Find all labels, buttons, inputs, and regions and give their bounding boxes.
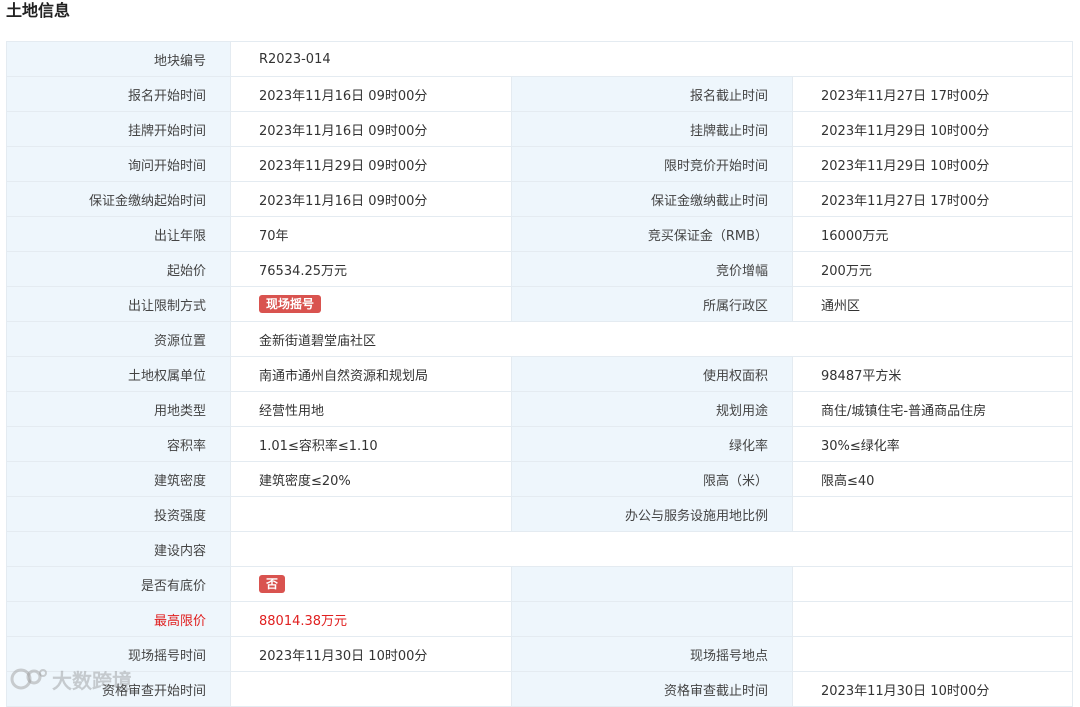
field-value: 建筑密度≤20% xyxy=(230,461,512,497)
field-value: 商住/城镇住宅-普通商品住房 xyxy=(791,391,1074,427)
field-value: 南通市通州自然资源和规划局 xyxy=(230,356,512,392)
table-row: 容积率 1.01≤容积率≤1.10 绿化率 30%≤绿化率 xyxy=(6,426,1074,462)
field-value: 现场摇号 xyxy=(230,286,512,322)
field-value xyxy=(791,566,1074,602)
field-value: 2023年11月29日 10时00分 xyxy=(791,111,1074,147)
table-row: 出让限制方式 现场摇号 所属行政区 通州区 xyxy=(6,286,1074,322)
field-label: 办公与服务设施用地比例 xyxy=(511,496,793,532)
table-row: 询问开始时间 2023年11月29日 09时00分 限时竞价开始时间 2023年11月… xyxy=(6,146,1074,182)
field-label xyxy=(511,601,793,637)
field-label: 绿化率 xyxy=(511,426,793,462)
field-value xyxy=(229,531,1074,567)
table-row: 保证金缴纳起始时间 2023年11月16日 09时00分 保证金缴纳截止时间 2023… xyxy=(6,181,1074,217)
field-value: 通州区 xyxy=(791,286,1074,322)
table-row: 建筑密度 建筑密度≤20% 限高（米） 限高≤40 xyxy=(6,461,1074,497)
table-row: 最高限价 88014.38万元 xyxy=(6,601,1074,637)
table-row: 现场摇号时间 2023年11月30日 10时00分 现场摇号地点 xyxy=(6,636,1074,672)
field-label: 现场摇号地点 xyxy=(511,636,793,672)
field-label: 竞买保证金（RMB） xyxy=(511,216,793,252)
field-value xyxy=(791,496,1074,532)
status-badge: 否 xyxy=(259,575,286,593)
table-row: 资格审查开始时间 资格审查截止时间 2023年11月30日 10时00分 xyxy=(6,671,1074,707)
field-label: 用地类型 xyxy=(6,391,231,427)
field-value: 2023年11月16日 09时00分 xyxy=(230,76,512,112)
table-row: 出让年限 70年 竞买保证金（RMB） 16000万元 xyxy=(6,216,1074,252)
field-label: 现场摇号时间 xyxy=(6,636,231,672)
field-value: 16000万元 xyxy=(791,216,1074,252)
field-label: 挂牌截止时间 xyxy=(511,111,793,147)
field-label: 是否有底价 xyxy=(6,566,231,602)
field-label: 资源位置 xyxy=(6,321,231,357)
field-label: 限高（米） xyxy=(511,461,793,497)
field-label: 起始价 xyxy=(6,251,231,287)
field-value: 70年 xyxy=(230,216,512,252)
field-value: 金新街道碧堂庙社区 xyxy=(229,321,1074,357)
field-label: 资格审查截止时间 xyxy=(511,671,793,707)
field-label: 报名开始时间 xyxy=(6,76,231,112)
field-value xyxy=(791,601,1074,637)
field-label xyxy=(511,566,793,602)
field-value xyxy=(230,496,512,532)
table-row: 起始价 76534.25万元 竞价增幅 200万元 xyxy=(6,251,1074,287)
field-label: 询问开始时间 xyxy=(6,146,231,182)
table-row: 挂牌开始时间 2023年11月16日 09时00分 挂牌截止时间 2023年11月29… xyxy=(6,111,1074,147)
field-value: 2023年11月16日 09时00分 xyxy=(230,181,512,217)
field-value: 98487平方米 xyxy=(791,356,1074,392)
field-label: 规划用途 xyxy=(511,391,793,427)
page-title: 土地信息 xyxy=(6,1,71,20)
field-value: 限高≤40 xyxy=(791,461,1074,497)
field-label: 报名截止时间 xyxy=(511,76,793,112)
field-value: 1.01≤容积率≤1.10 xyxy=(230,426,512,462)
field-label: 资格审查开始时间 xyxy=(6,671,231,707)
field-value: 2023年11月29日 10时00分 xyxy=(791,146,1074,182)
field-value: 2023年11月16日 09时00分 xyxy=(230,111,512,147)
field-value: 2023年11月30日 10时00分 xyxy=(230,636,512,672)
table-row: 是否有底价 否 xyxy=(6,566,1074,602)
table-row: 报名开始时间 2023年11月16日 09时00分 报名截止时间 2023年11月27… xyxy=(6,76,1074,112)
field-label: 建设内容 xyxy=(6,531,231,567)
field-value: 2023年11月29日 09时00分 xyxy=(230,146,512,182)
field-label: 使用权面积 xyxy=(511,356,793,392)
table-row: 用地类型 经营性用地 规划用途 商住/城镇住宅-普通商品住房 xyxy=(6,391,1074,427)
field-label: 出让年限 xyxy=(6,216,231,252)
field-label: 所属行政区 xyxy=(511,286,793,322)
table-row: 建设内容 xyxy=(6,531,1074,567)
table-row: 土地权属单位 南通市通州自然资源和规划局 使用权面积 98487平方米 xyxy=(6,356,1074,392)
field-value xyxy=(230,671,512,707)
field-value: 76534.25万元 xyxy=(230,251,512,287)
field-label: 建筑密度 xyxy=(6,461,231,497)
table-row: 投资强度 办公与服务设施用地比例 xyxy=(6,496,1074,532)
field-label: 土地权属单位 xyxy=(6,356,231,392)
table-row: 资源位置 金新街道碧堂庙社区 xyxy=(6,321,1074,357)
field-value: 否 xyxy=(230,566,512,602)
field-value xyxy=(791,636,1074,672)
land-info-table: 地块编号 R2023-014 报名开始时间 2023年11月16日 09时00分 报名截… xyxy=(6,41,1074,707)
field-value: 2023年11月27日 17时00分 xyxy=(791,76,1074,112)
field-label: 出让限制方式 xyxy=(6,286,231,322)
table-row: 地块编号 R2023-014 xyxy=(6,41,1074,77)
field-label: 竞价增幅 xyxy=(511,251,793,287)
field-value: 200万元 xyxy=(791,251,1074,287)
field-value: 88014.38万元 xyxy=(230,601,512,637)
field-label: 保证金缴纳起始时间 xyxy=(6,181,231,217)
field-value: 2023年11月30日 10时00分 xyxy=(791,671,1074,707)
field-value: 经营性用地 xyxy=(230,391,512,427)
field-label: 保证金缴纳截止时间 xyxy=(511,181,793,217)
field-value: 2023年11月27日 17时00分 xyxy=(791,181,1074,217)
field-value: 30%≤绿化率 xyxy=(791,426,1074,462)
field-label: 地块编号 xyxy=(6,41,231,77)
field-value: R2023-014 xyxy=(229,41,1074,77)
field-label: 投资强度 xyxy=(6,496,231,532)
field-label: 最高限价 xyxy=(6,601,231,637)
field-label: 限时竞价开始时间 xyxy=(511,146,793,182)
field-label: 容积率 xyxy=(6,426,231,462)
status-badge: 现场摇号 xyxy=(259,295,322,313)
field-label: 挂牌开始时间 xyxy=(6,111,231,147)
